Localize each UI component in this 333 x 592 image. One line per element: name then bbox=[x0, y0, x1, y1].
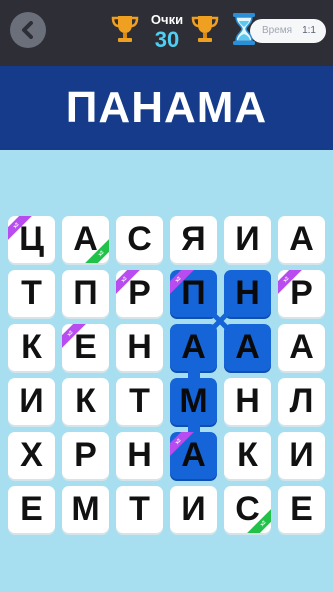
tile-letter: А bbox=[181, 328, 206, 366]
letter-tile[interactable]: Цx2 bbox=[8, 216, 55, 263]
letter-tile[interactable]: П bbox=[62, 270, 109, 317]
bonus-ribbon-label: x2 bbox=[173, 437, 183, 446]
letter-tile[interactable]: И bbox=[170, 486, 217, 533]
letter-tile[interactable]: Н bbox=[116, 432, 163, 479]
letter-tile[interactable]: Е bbox=[278, 486, 325, 533]
tile-letter: Я bbox=[181, 220, 206, 258]
tile-letter: К bbox=[75, 382, 96, 420]
letter-tile[interactable]: Рx2 bbox=[116, 270, 163, 317]
letter-tile[interactable]: Е bbox=[8, 486, 55, 533]
tile-letter: С bbox=[127, 220, 152, 258]
tile-letter: Т bbox=[21, 274, 42, 312]
tile-letter: Н bbox=[127, 436, 152, 474]
letter-grid: Цx2 Аx2 С Я И А Т П Рx2 Пx2 Н Рx2 К Еx2 Н А А А И К Т М Н Л Х Р Н А… bbox=[0, 0, 333, 592]
tile-letter: И bbox=[235, 220, 260, 258]
letter-tile[interactable]: И bbox=[278, 432, 325, 479]
tile-letter: Т bbox=[129, 382, 150, 420]
letter-tile[interactable]: М bbox=[62, 486, 109, 533]
tile-letter: Т bbox=[129, 490, 150, 528]
tile-letter: Л bbox=[289, 382, 314, 420]
tile-letter: И bbox=[289, 436, 314, 474]
bonus-ribbon-label: x2 bbox=[11, 221, 21, 230]
letter-tile[interactable]: Н bbox=[224, 270, 271, 317]
tile-letter: П bbox=[73, 274, 98, 312]
letter-tile[interactable]: А bbox=[278, 324, 325, 371]
tile-letter: И bbox=[181, 490, 206, 528]
letter-tile[interactable]: И bbox=[224, 216, 271, 263]
letter-tile[interactable]: Н bbox=[116, 324, 163, 371]
tile-letter: К bbox=[237, 436, 258, 474]
letter-tile[interactable]: А bbox=[278, 216, 325, 263]
letter-tile[interactable]: А bbox=[224, 324, 271, 371]
bonus-ribbon-label: x2 bbox=[258, 519, 268, 528]
bonus-ribbon-label: x2 bbox=[281, 275, 291, 284]
tile-letter: А bbox=[235, 328, 260, 366]
bonus-ribbon-label: x2 bbox=[65, 329, 75, 338]
letter-tile[interactable]: Пx2 bbox=[170, 270, 217, 317]
letter-tile[interactable]: Т bbox=[116, 378, 163, 425]
letter-tile[interactable]: А bbox=[170, 324, 217, 371]
tile-letter: И bbox=[19, 382, 44, 420]
tile-letter: Е bbox=[20, 490, 43, 528]
letter-tile[interactable]: К bbox=[8, 324, 55, 371]
tile-letter: Н bbox=[127, 328, 152, 366]
tile-letter: Р bbox=[128, 274, 151, 312]
tile-letter: А bbox=[181, 436, 206, 474]
bonus-ribbon-label: x2 bbox=[96, 249, 106, 258]
letter-tile[interactable]: Еx2 bbox=[62, 324, 109, 371]
letter-tile[interactable]: М bbox=[170, 378, 217, 425]
letter-tile[interactable]: К bbox=[224, 432, 271, 479]
tile-letter: П bbox=[181, 274, 206, 312]
letter-tile[interactable]: Т bbox=[116, 486, 163, 533]
letter-tile[interactable]: Сx2 bbox=[224, 486, 271, 533]
tile-letter: А bbox=[289, 220, 314, 258]
letter-tile[interactable]: И bbox=[8, 378, 55, 425]
letter-tile[interactable]: Аx2 bbox=[170, 432, 217, 479]
letter-tile[interactable]: Я bbox=[170, 216, 217, 263]
tile-letter: Х bbox=[20, 436, 43, 474]
tile-letter: М bbox=[179, 382, 208, 420]
tile-letter: Р bbox=[74, 436, 97, 474]
letter-tile[interactable]: Н bbox=[224, 378, 271, 425]
tile-letter: К bbox=[21, 328, 42, 366]
letter-tile[interactable]: Аx2 bbox=[62, 216, 109, 263]
letter-tile[interactable]: Л bbox=[278, 378, 325, 425]
letter-tile[interactable]: Х bbox=[8, 432, 55, 479]
letter-tile[interactable]: Рx2 bbox=[278, 270, 325, 317]
tile-letter: А bbox=[289, 328, 314, 366]
tile-letter: Ц bbox=[19, 220, 44, 258]
tile-letter: Н bbox=[235, 274, 260, 312]
letter-tile[interactable]: К bbox=[62, 378, 109, 425]
letter-tile[interactable]: Т bbox=[8, 270, 55, 317]
tile-letter: Н bbox=[235, 382, 260, 420]
tile-letter: Р bbox=[290, 274, 313, 312]
tile-letter: Е bbox=[290, 490, 313, 528]
tile-letter: М bbox=[71, 490, 100, 528]
tile-letter: Е bbox=[74, 328, 97, 366]
letter-tile[interactable]: С bbox=[116, 216, 163, 263]
bonus-ribbon-label: x2 bbox=[173, 275, 183, 284]
bonus-ribbon-label: x2 bbox=[119, 275, 129, 284]
letter-tile[interactable]: Р bbox=[62, 432, 109, 479]
